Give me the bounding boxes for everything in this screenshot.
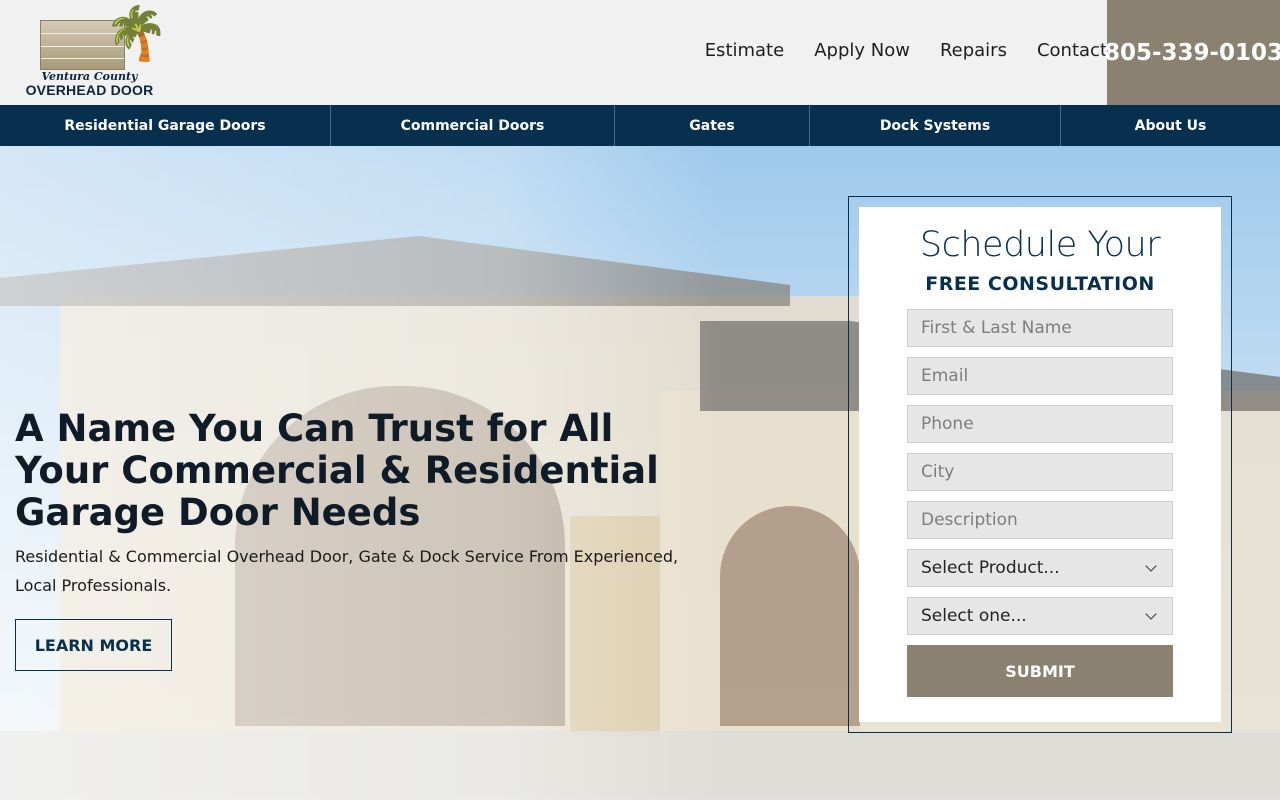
nav-dock-systems[interactable]: Dock Systems xyxy=(810,105,1061,146)
description-field[interactable] xyxy=(907,501,1173,539)
nav-commercial-doors[interactable]: Commercial Doors xyxy=(331,105,615,146)
nav-repairs[interactable]: Repairs xyxy=(940,40,1007,61)
name-field[interactable] xyxy=(907,309,1173,347)
consultation-form: Schedule Your FREE CONSULTATION Select P… xyxy=(859,207,1221,722)
type-select[interactable]: Select one... xyxy=(907,597,1173,635)
company-logo[interactable]: 🌴 Ventura County OVERHEAD DOOR xyxy=(22,4,169,98)
site-header: 🌴 Ventura County OVERHEAD DOOR Estimate … xyxy=(0,0,1280,105)
top-navigation: Estimate Apply Now Repairs Contact xyxy=(675,40,1107,61)
nav-contact[interactable]: Contact xyxy=(1037,40,1107,61)
nav-residential-garage-doors[interactable]: Residential Garage Doors xyxy=(0,105,331,146)
type-select-value: Select one... xyxy=(921,606,1027,626)
logo-text-company: OVERHEAD DOOR xyxy=(25,82,154,98)
garage-door-graphic-right xyxy=(720,506,860,726)
main-navigation: Residential Garage Doors Commercial Door… xyxy=(0,105,1280,146)
form-title: Schedule Your xyxy=(919,225,1161,265)
hero-headline: A Name You Can Trust for All Your Commer… xyxy=(15,407,659,534)
product-select[interactable]: Select Product... xyxy=(907,549,1173,587)
nav-gates[interactable]: Gates xyxy=(615,105,810,146)
chevron-down-icon xyxy=(1145,560,1157,572)
chevron-down-icon xyxy=(1145,608,1157,620)
nav-apply-now[interactable]: Apply Now xyxy=(814,40,910,61)
phone-number-link[interactable]: 805-339-0103 xyxy=(1104,0,1280,105)
email-field[interactable] xyxy=(907,357,1173,395)
form-subtitle: FREE CONSULTATION xyxy=(925,273,1155,295)
submit-button[interactable]: SUBMIT xyxy=(907,645,1173,697)
product-select-value: Select Product... xyxy=(921,558,1060,578)
hero-subheadline: Residential & Commercial Overhead Door, … xyxy=(15,547,679,595)
palm-tree-icon: 🌴 xyxy=(104,4,169,64)
learn-more-button[interactable]: LEARN MORE xyxy=(15,619,172,671)
nav-estimate[interactable]: Estimate xyxy=(705,40,785,61)
city-field[interactable] xyxy=(907,453,1173,491)
hero-section: A Name You Can Trust for All Your Commer… xyxy=(0,146,1280,800)
phone-field[interactable] xyxy=(907,405,1173,443)
nav-about-us[interactable]: About Us xyxy=(1061,105,1280,146)
